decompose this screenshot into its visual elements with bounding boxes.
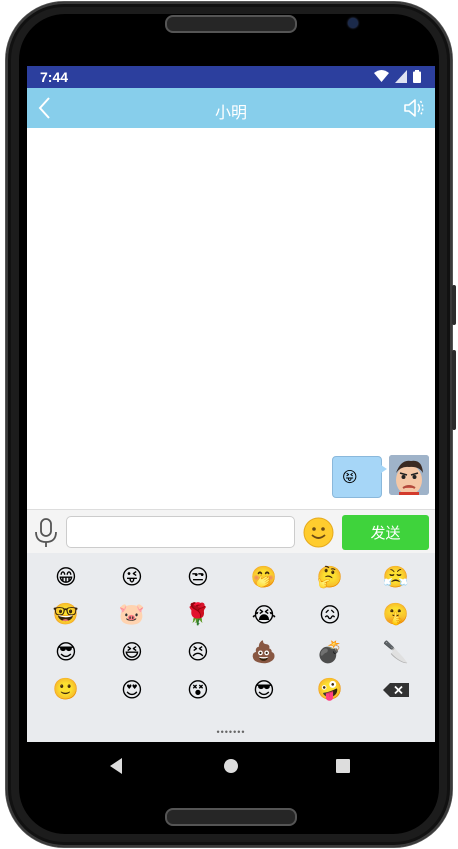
- battery-icon: [413, 70, 421, 83]
- app-bar: 小明: [27, 88, 435, 128]
- volume-button: [452, 350, 456, 430]
- power-button: [452, 285, 456, 325]
- status-bar: 7:44: [27, 66, 435, 88]
- message-bubble[interactable]: 😝: [332, 456, 387, 498]
- emoji-zany[interactable]: 🤪: [297, 672, 363, 710]
- emoji-thinking[interactable]: 🤔: [297, 559, 363, 597]
- page-indicator: •••••••: [216, 727, 246, 737]
- top-speaker: [165, 15, 297, 33]
- chat-title: 小明: [214, 105, 247, 122]
- emoji-steam-nose[interactable]: 😤: [363, 559, 429, 597]
- backspace-icon: [383, 683, 409, 698]
- emoji-dizzy[interactable]: 😵: [165, 672, 231, 710]
- emoji-grid: 😁 😜 😒 🤭 🤔 😤 🤓 🐷 🌹 😭 😖 🤫 😎 😆 😣 💩 💣 🔪 🙂 😍 …: [27, 559, 435, 709]
- message-input[interactable]: [66, 516, 295, 548]
- emoji-knife[interactable]: 🔪: [363, 634, 429, 672]
- emoji-grinning-face[interactable]: 😁: [33, 559, 99, 597]
- emoji-shushing[interactable]: 🤫: [363, 597, 429, 635]
- nav-recents-icon[interactable]: [333, 756, 353, 776]
- emoji-unamused[interactable]: 😒: [165, 559, 231, 597]
- wifi-icon: [374, 70, 389, 82]
- emoji-poop[interactable]: 💩: [231, 634, 297, 672]
- input-bar: 发送: [27, 509, 435, 554]
- screen: 7:44 小明 😝 发送 😁 😜 😒 🤭 🤔 😤 🤓 🐷 🌹 😭 😖 🤫 😎 😆…: [27, 66, 435, 742]
- emoji-persevering[interactable]: 😣: [165, 634, 231, 672]
- speaker-volume-icon[interactable]: [403, 97, 425, 119]
- emoji-heart-eyes[interactable]: 😍: [99, 672, 165, 710]
- emoji-pig[interactable]: 🐷: [99, 597, 165, 635]
- emoji-delete-key[interactable]: [363, 672, 429, 710]
- emoji-hand-over-mouth[interactable]: 🤭: [231, 559, 297, 597]
- nav-back-icon[interactable]: [107, 756, 127, 776]
- emoji-slight-smile[interactable]: 🙂: [33, 672, 99, 710]
- emoji-rose[interactable]: 🌹: [165, 597, 231, 635]
- signal-icon: [395, 70, 407, 83]
- emoji-sunglasses[interactable]: 😎: [33, 634, 99, 672]
- emoji-crying[interactable]: 😭: [231, 597, 297, 635]
- bottom-speaker: [165, 808, 297, 826]
- emoji-bomb[interactable]: 💣: [297, 634, 363, 672]
- emoji-panel: 😁 😜 😒 🤭 🤔 😤 🤓 🐷 🌹 😭 😖 🤫 😎 😆 😣 💩 💣 🔪 🙂 😍 …: [27, 553, 435, 742]
- send-button[interactable]: 发送: [342, 515, 429, 550]
- navigation-bar: [27, 742, 435, 790]
- chat-area[interactable]: 😝: [27, 128, 435, 509]
- emoji-confounded[interactable]: 😖: [297, 597, 363, 635]
- emoji-toggle-icon[interactable]: [303, 517, 334, 548]
- avatar[interactable]: [389, 455, 429, 495]
- emoji-nerd[interactable]: 🤓: [33, 597, 99, 635]
- emoji-laughing[interactable]: 😆: [99, 634, 165, 672]
- cartoon-face-avatar: [389, 455, 429, 495]
- microphone-icon[interactable]: [32, 517, 60, 549]
- message-emoji: 😝: [342, 469, 358, 486]
- front-camera: [348, 18, 358, 28]
- status-time: 7:44: [40, 69, 69, 85]
- emoji-winking-tongue[interactable]: 😜: [99, 559, 165, 597]
- nav-home-icon[interactable]: [221, 756, 241, 776]
- emoji-cool[interactable]: 😎: [231, 672, 297, 710]
